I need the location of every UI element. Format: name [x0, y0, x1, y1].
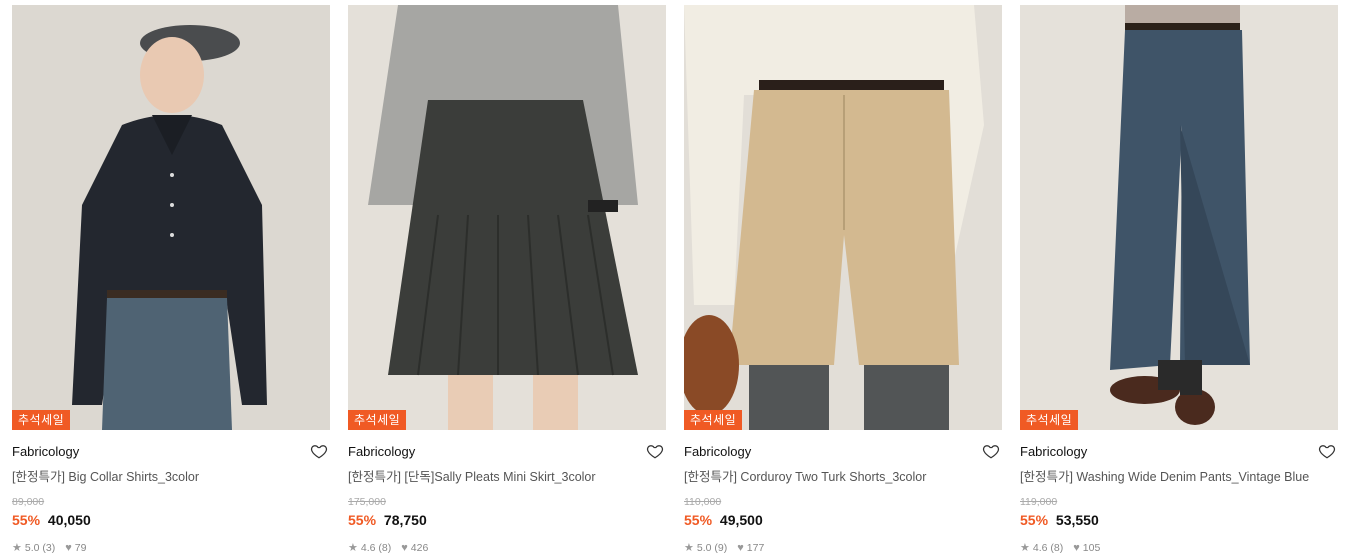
original-price: 175,000 [348, 496, 386, 508]
star-icon: ★ [12, 542, 22, 554]
heart-filled-icon: ♥ [1073, 541, 1080, 554]
brand-name[interactable]: Fabricology [684, 444, 751, 459]
product-image-shorts [684, 5, 1002, 430]
sale-badge: 추석세일 [684, 410, 743, 430]
price-row: 55% 78,750 [348, 512, 666, 528]
product-image-shirt [12, 5, 330, 430]
rating: 5.0 (3) [24, 541, 56, 554]
star-icon: ★ [348, 542, 358, 554]
product-grid: 추석세일 Fabricology [한정특가] Big Collar Shirt… [12, 5, 1338, 554]
product-image[interactable]: 추석세일 [12, 5, 330, 430]
product-image-denim [1020, 5, 1338, 430]
product-image[interactable]: 추석세일 [348, 5, 666, 430]
review-meta: ★ 4.6 (8) ♥ 105 [1020, 541, 1338, 554]
rating: 5.0 (9) [696, 541, 728, 554]
product-card[interactable]: 추석세일 Fabricology [한정특가] Washing Wide Den… [1020, 5, 1338, 554]
rating: 4.6 (8) [360, 541, 392, 554]
discount-rate: 55% [12, 512, 41, 528]
product-image-skirt [348, 5, 666, 430]
like-count: 426 [410, 541, 429, 554]
star-icon: ★ [1020, 542, 1030, 554]
heart-outline-icon[interactable] [1318, 442, 1336, 460]
discount-rate: 55% [684, 512, 713, 528]
heart-outline-icon[interactable] [982, 442, 1000, 460]
like-count: 177 [746, 541, 765, 554]
rating: 4.6 (8) [1032, 541, 1064, 554]
review-meta: ★ 5.0 (3) ♥ 79 [12, 541, 330, 554]
like-count: 79 [74, 541, 87, 554]
brand-name[interactable]: Fabricology [12, 444, 79, 459]
product-image[interactable]: 추석세일 [684, 5, 1002, 430]
sale-price: 49,500 [719, 512, 763, 528]
heart-filled-icon: ♥ [65, 541, 72, 554]
product-card[interactable]: 추석세일 Fabricology [한정특가] Corduroy Two Tur… [684, 5, 1002, 554]
like-count: 105 [1082, 541, 1101, 554]
product-name[interactable]: [한정특가] [단독]Sally Pleats Mini Skirt_3colo… [348, 466, 666, 485]
price-row: 55% 40,050 [12, 512, 330, 528]
heart-outline-icon[interactable] [646, 442, 664, 460]
brand-row: Fabricology [12, 442, 330, 460]
heart-filled-icon: ♥ [737, 541, 744, 554]
brand-row: Fabricology [1020, 442, 1338, 460]
sale-badge: 추석세일 [348, 410, 407, 430]
review-meta: ★ 4.6 (8) ♥ 426 [348, 541, 666, 554]
product-name[interactable]: [한정특가] Corduroy Two Turk Shorts_3color [684, 466, 1002, 485]
brand-name[interactable]: Fabricology [348, 444, 415, 459]
original-price: 119,000 [1020, 496, 1058, 508]
sale-badge: 추석세일 [1020, 410, 1079, 430]
product-name[interactable]: [한정특가] Big Collar Shirts_3color [12, 466, 330, 485]
product-card[interactable]: 추석세일 Fabricology [한정특가] Big Collar Shirt… [12, 5, 330, 554]
sale-badge: 추석세일 [12, 410, 71, 430]
original-price: 89,000 [12, 496, 45, 508]
original-price: 110,000 [684, 496, 722, 508]
sale-price: 78,750 [383, 512, 427, 528]
product-image[interactable]: 추석세일 [1020, 5, 1338, 430]
review-meta: ★ 5.0 (9) ♥ 177 [684, 541, 1002, 554]
brand-row: Fabricology [348, 442, 666, 460]
price-row: 55% 49,500 [684, 512, 1002, 528]
star-icon: ★ [684, 542, 694, 554]
discount-rate: 55% [1020, 512, 1049, 528]
brand-row: Fabricology [684, 442, 1002, 460]
product-name[interactable]: [한정특가] Washing Wide Denim Pants_Vintage … [1020, 466, 1338, 485]
heart-filled-icon: ♥ [401, 541, 408, 554]
product-card[interactable]: 추석세일 Fabricology [한정특가] [단독]Sally Pleats… [348, 5, 666, 554]
heart-outline-icon[interactable] [310, 442, 328, 460]
brand-name[interactable]: Fabricology [1020, 444, 1087, 459]
price-row: 55% 53,550 [1020, 512, 1338, 528]
discount-rate: 55% [348, 512, 377, 528]
sale-price: 40,050 [47, 512, 91, 528]
sale-price: 53,550 [1055, 512, 1099, 528]
